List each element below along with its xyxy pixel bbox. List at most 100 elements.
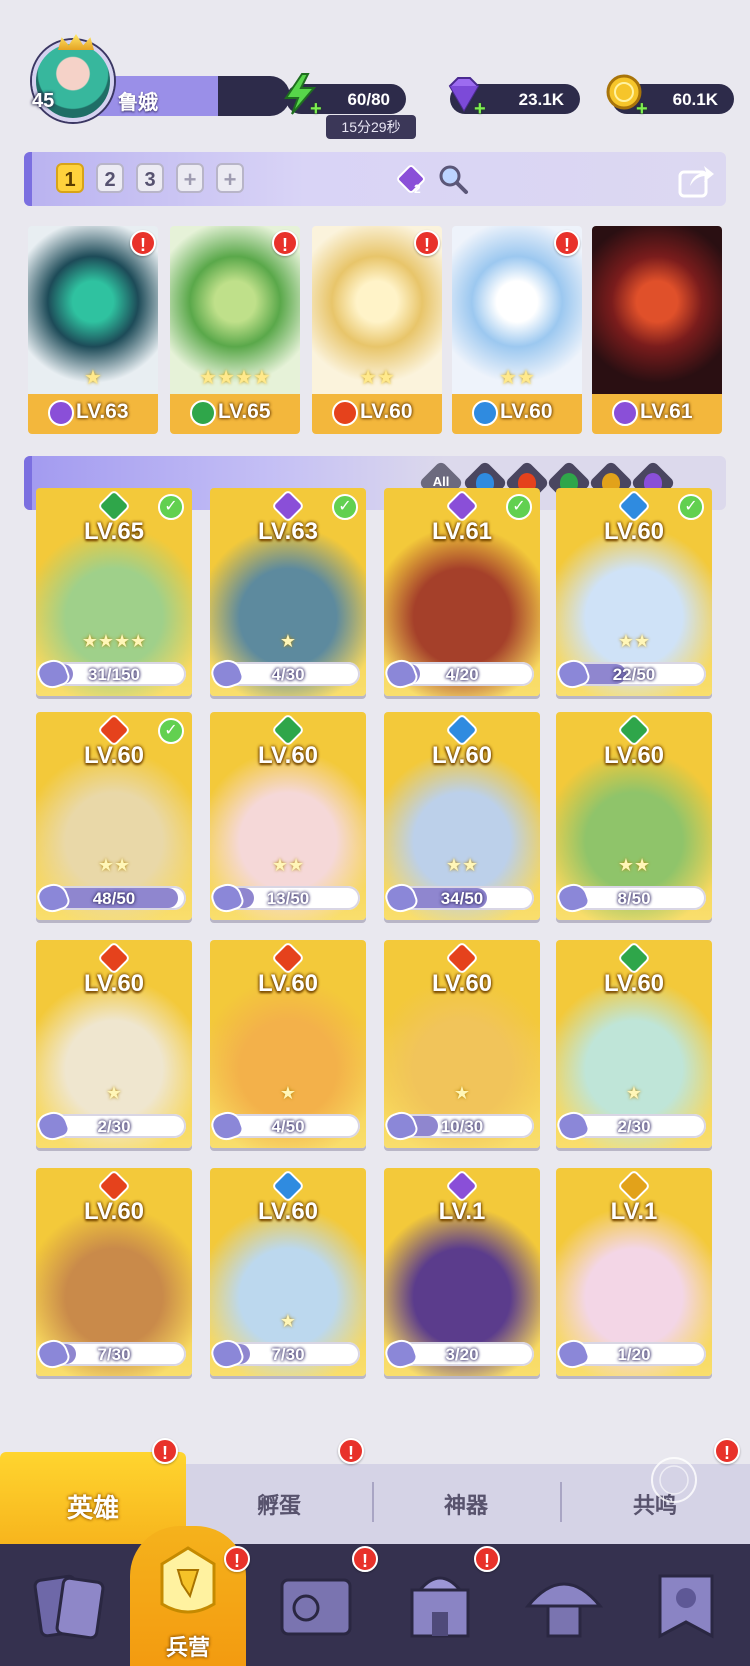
hero-card[interactable]: LV.65 ★★★★ 31/150 ✓ — [36, 488, 192, 696]
hero-level: LV.60 — [603, 742, 665, 769]
map-icon[interactable] — [266, 1556, 366, 1656]
gem-value: 23.1K — [518, 90, 564, 109]
buff-count: 2 — [414, 182, 421, 196]
search-icon[interactable] — [436, 162, 470, 196]
hero-card[interactable]: LV.60 ★ 10/30 — [384, 940, 540, 1148]
hero-card[interactable]: LV.1 3/20 — [384, 1168, 540, 1376]
crown-icon — [58, 34, 94, 50]
hero-level: LV.1 — [438, 1198, 486, 1225]
hero-card[interactable]: LV.63 ★ 4/30 ✓ — [210, 488, 366, 696]
team-hero-card[interactable]: ★ LV.63 — [28, 226, 158, 434]
check-icon: ✓ — [678, 494, 704, 520]
stamina-value: 60/80 — [347, 90, 390, 109]
hero-level: LV.60 — [257, 742, 319, 769]
alert-badge: ! — [714, 1438, 740, 1464]
hero-card[interactable]: LV.60 ★★ 22/50 ✓ — [556, 488, 712, 696]
element-icon — [48, 400, 74, 426]
hero-stars: ★ — [453, 1083, 471, 1103]
team-slot-3[interactable]: 3 — [136, 163, 164, 193]
hero-level: LV.63 — [76, 400, 129, 423]
hero-card[interactable]: LV.1 1/20 — [556, 1168, 712, 1376]
gem-resource[interactable]: + 23.1K — [448, 77, 580, 120]
hero-level: LV.61 — [431, 518, 493, 545]
hero-stars: ★ — [625, 1083, 643, 1103]
check-icon: ✓ — [506, 494, 532, 520]
team-hero-card[interactable]: LV.61 — [592, 226, 722, 434]
top-bar: 鲁娥 45 + 60/80 15分29秒 + 23.1K + 60.1K — [0, 0, 750, 140]
hero-level: LV.60 — [257, 1198, 319, 1225]
hero-card[interactable]: LV.60 ★ 7/30 — [210, 1168, 366, 1376]
alert-badge: ! — [474, 1546, 500, 1572]
hero-card[interactable]: LV.60 ★★ 8/50 — [556, 712, 712, 920]
hero-card[interactable]: LV.60 ★ 2/30 — [36, 940, 192, 1148]
team-hero-card[interactable]: ★★ LV.60 — [452, 226, 582, 434]
hero-stars: ★ — [105, 1083, 123, 1103]
hero-portrait — [592, 226, 722, 394]
element-icon — [190, 400, 216, 426]
hero-level: LV.60 — [83, 742, 145, 769]
add-coins-icon[interactable]: + — [636, 98, 648, 121]
hero-level: LV.65 — [218, 400, 271, 423]
player-name: 鲁娥 — [118, 92, 158, 114]
barracks-icon[interactable] — [138, 1534, 238, 1634]
nav-barracks-label: 兵营 — [165, 1635, 210, 1660]
alert-badge: ! — [414, 230, 440, 256]
hero-card[interactable]: LV.60 7/30 — [36, 1168, 192, 1376]
team-hero-card[interactable]: ★★ LV.60 — [312, 226, 442, 434]
team-slot-2[interactable]: 2 — [96, 163, 124, 193]
alert-badge: ! — [338, 1438, 364, 1464]
cards-icon[interactable] — [22, 1556, 122, 1656]
add-team-button-2[interactable]: + — [216, 163, 244, 193]
team-buff-icon[interactable]: 2 — [394, 162, 428, 196]
tab-heroes[interactable]: 英雄 — [0, 1488, 186, 1525]
hero-stars: ★★★★ — [199, 367, 271, 389]
stamina-resource[interactable]: + 60/80 — [284, 73, 406, 120]
check-icon: ✓ — [332, 494, 358, 520]
mushroom-house-icon[interactable] — [514, 1556, 614, 1656]
hero-level: LV.60 — [603, 518, 665, 545]
hero-card[interactable]: LV.60 ★★ 48/50 ✓ — [36, 712, 192, 920]
hero-stars: ★★ — [617, 855, 651, 875]
share-icon[interactable] — [676, 160, 716, 200]
hero-level: LV.60 — [83, 1198, 145, 1225]
alert-badge: ! — [352, 1546, 378, 1572]
hero-stars: ★★ — [271, 855, 305, 875]
guild-banner-icon[interactable] — [636, 1556, 736, 1656]
hero-card[interactable]: LV.60 ★★ 34/50 — [384, 712, 540, 920]
hero-card[interactable]: LV.60 ★ 2/30 — [556, 940, 712, 1148]
team-hero-card[interactable]: ★★★★ LV.65 — [170, 226, 300, 434]
hero-level: LV.1 — [610, 1198, 658, 1225]
tab-artifacts[interactable]: 神器 — [372, 1488, 560, 1520]
compass-icon[interactable] — [648, 1454, 700, 1506]
hero-level: LV.60 — [500, 400, 553, 423]
player-profile[interactable]: 鲁娥 45 — [26, 34, 290, 122]
hero-stars: ★ — [279, 1083, 297, 1103]
hero-level: LV.60 — [257, 970, 319, 997]
team-slot-1[interactable]: 1 — [56, 163, 84, 193]
hero-card[interactable]: LV.60 ★ 4/50 — [210, 940, 366, 1148]
check-icon: ✓ — [158, 718, 184, 744]
hero-stars: ★★ — [97, 855, 131, 875]
hero-level: LV.65 — [83, 518, 145, 545]
hero-stars: ★★★★ — [81, 631, 147, 651]
coin-resource[interactable]: + 60.1K — [606, 74, 734, 120]
hero-level: LV.60 — [83, 970, 145, 997]
add-stamina-icon[interactable]: + — [310, 98, 322, 121]
coin-value: 60.1K — [672, 90, 718, 109]
hero-level: LV.60 — [360, 400, 413, 423]
hero-level: LV.60 — [431, 970, 493, 997]
team-selector-bar: 1 2 3 + + 2 — [24, 152, 726, 206]
element-icon — [612, 400, 638, 426]
alert-badge: ! — [554, 230, 580, 256]
hero-card[interactable]: LV.60 ★★ 13/50 — [210, 712, 366, 920]
hero-card[interactable]: LV.61 4/20 ✓ — [384, 488, 540, 696]
hero-stars: ★★ — [359, 367, 395, 389]
add-team-button[interactable]: + — [176, 163, 204, 193]
element-icon — [332, 400, 358, 426]
alert-badge: ! — [152, 1438, 178, 1464]
add-gems-icon[interactable]: + — [474, 98, 486, 121]
castle-icon[interactable] — [390, 1556, 490, 1656]
check-icon: ✓ — [158, 494, 184, 520]
tab-hatch[interactable]: 孵蛋 — [186, 1488, 372, 1520]
hero-stars: ★ — [279, 1311, 297, 1331]
